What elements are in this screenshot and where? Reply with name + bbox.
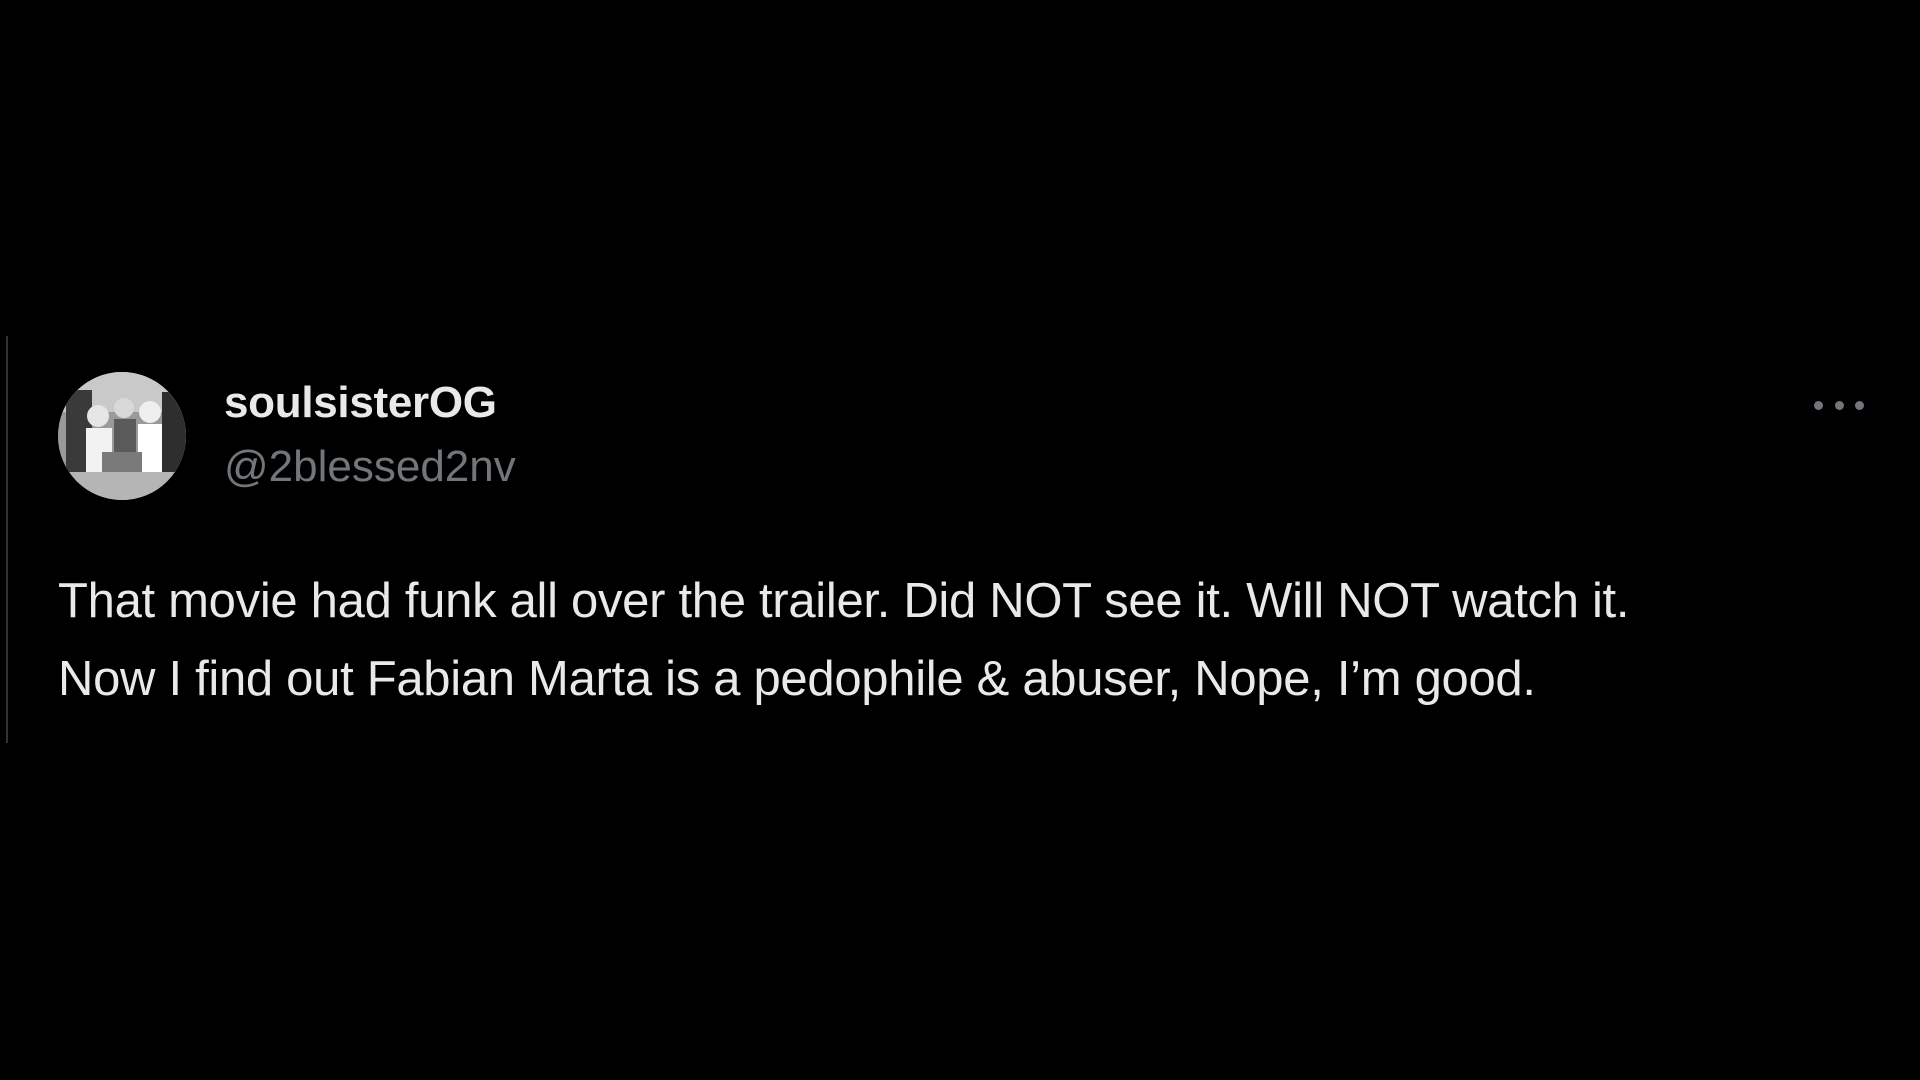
dot bbox=[1814, 400, 1823, 410]
profile-photo-icon bbox=[58, 372, 186, 500]
dot bbox=[1855, 400, 1864, 410]
dot bbox=[1834, 400, 1844, 410]
tweet-card[interactable]: soulsisterOG @2blessed2nv That movie had… bbox=[58, 370, 1868, 718]
tweet-text-line-1: That movie had funk all over the trailer… bbox=[58, 574, 1630, 628]
display-name[interactable]: soulsisterOG bbox=[224, 376, 516, 430]
more-options-icon[interactable] bbox=[1814, 390, 1864, 420]
tweet-text: That movie had funk all over the trailer… bbox=[58, 562, 1868, 718]
tweet-header: soulsisterOG @2blessed2nv bbox=[58, 370, 1868, 500]
user-handle[interactable]: @2blessed2nv bbox=[224, 440, 516, 494]
thread-divider bbox=[6, 336, 8, 743]
user-names: soulsisterOG @2blessed2nv bbox=[224, 376, 516, 494]
tweet-text-line-2: Now I find out Fabian Marta is a pedophi… bbox=[58, 652, 1536, 706]
avatar[interactable] bbox=[58, 372, 186, 500]
screenshot-canvas: soulsisterOG @2blessed2nv That movie had… bbox=[0, 0, 1920, 1080]
